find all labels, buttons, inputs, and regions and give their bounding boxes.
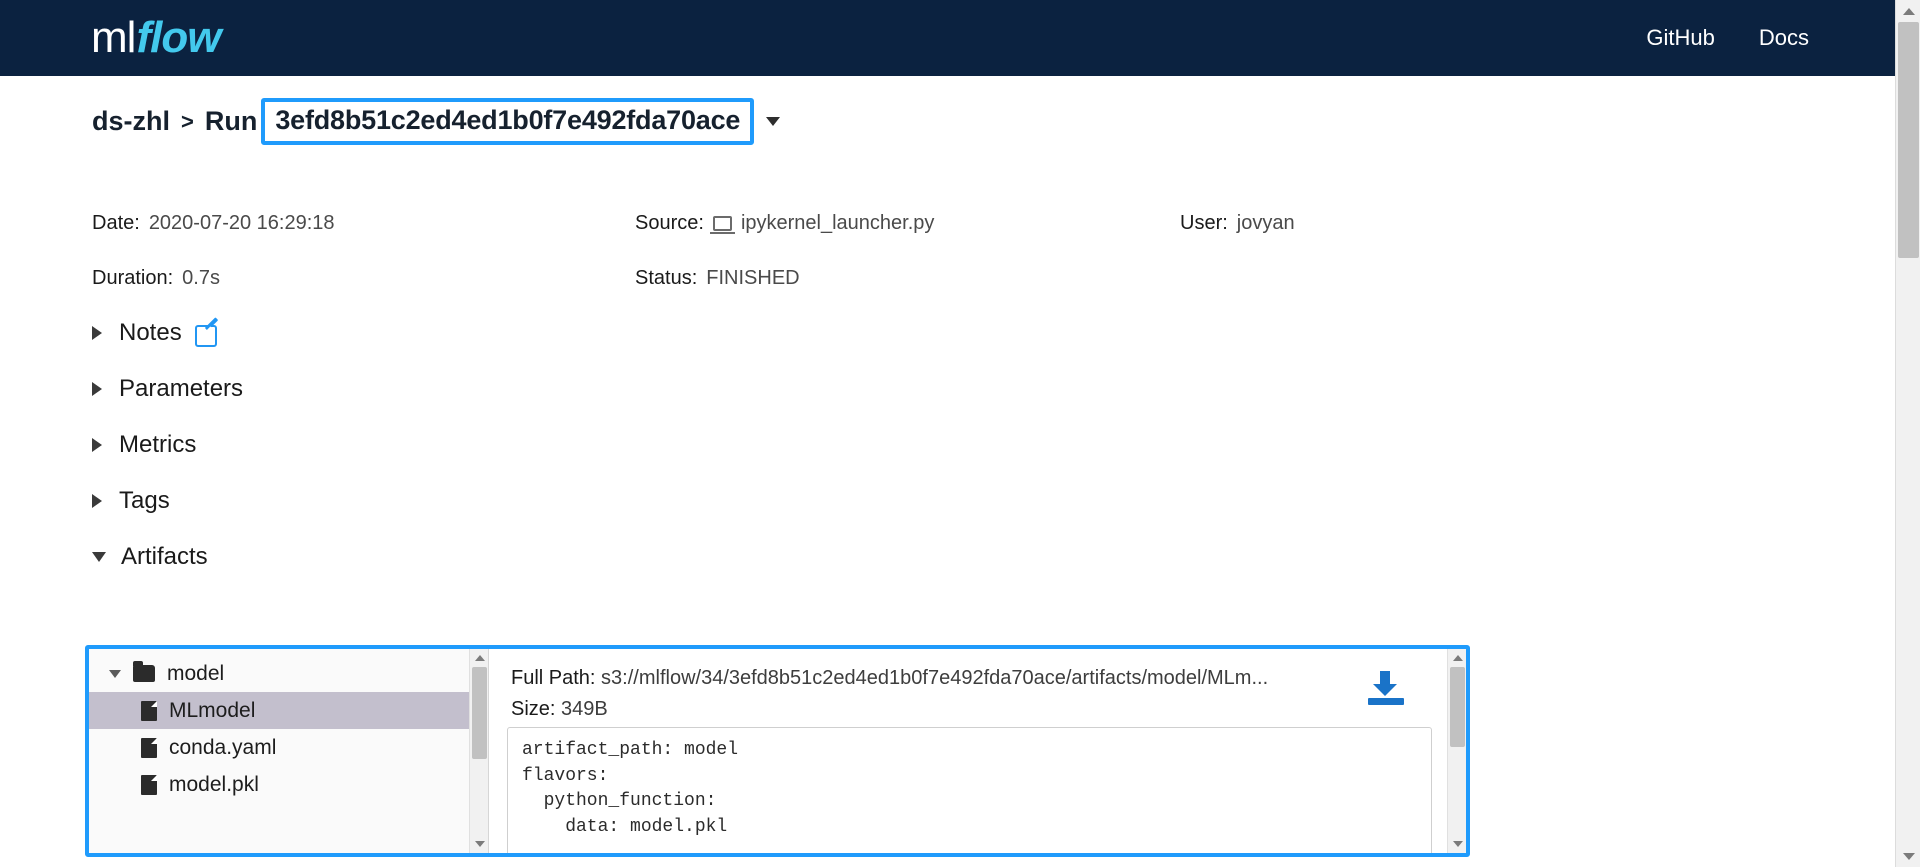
folder-icon	[133, 661, 155, 682]
tree-item-mlmodel[interactable]: MLmodel	[89, 692, 488, 729]
section-artifacts[interactable]: Artifacts	[92, 529, 243, 585]
monitor-icon	[709, 216, 735, 234]
artifact-tree-pane: model MLmodel conda.yaml model.pkl	[89, 649, 489, 853]
artifact-tree: model MLmodel conda.yaml model.pkl	[89, 649, 488, 803]
artifact-full-path: Full Path: s3://mlflow/34/3efd8b51c2ed4e…	[511, 663, 1466, 694]
chevron-right-icon	[92, 438, 102, 452]
section-tags-label: Tags	[119, 487, 170, 514]
artifact-preview-content: artifact_path: model flavors: python_fun…	[507, 727, 1432, 853]
date-value: 2020-07-20 16:29:18	[148, 212, 335, 234]
metadata-status: Status: FINISHED	[635, 267, 1180, 290]
size-value: 349B	[561, 698, 608, 720]
metadata-date: Date: 2020-07-20 16:29:18	[92, 212, 635, 235]
file-icon	[141, 700, 157, 721]
edit-pencil-icon[interactable]	[194, 325, 217, 347]
chevron-down-icon	[92, 552, 106, 562]
logo-text-flow: flow	[136, 13, 221, 62]
artifact-size: Size: 349B	[511, 694, 1466, 725]
file-icon	[141, 774, 157, 795]
metadata-row-1: Date: 2020-07-20 16:29:18 Source: ipyker…	[92, 196, 1492, 251]
scroll-down-arrow-icon[interactable]	[1896, 845, 1920, 867]
breadcrumb-experiment-link[interactable]: ds-zhl	[92, 106, 170, 137]
tree-item-label: MLmodel	[169, 698, 256, 722]
scrollbar-thumb[interactable]	[472, 667, 487, 759]
scroll-up-arrow-icon[interactable]	[1896, 0, 1920, 22]
full-path-label: Full Path:	[511, 667, 596, 689]
duration-value: 0.7s	[182, 267, 220, 289]
status-value: FINISHED	[706, 267, 800, 289]
chevron-right-icon	[92, 382, 102, 396]
run-id-value[interactable]: 3efd8b51c2ed4ed1b0f7e492fda70ace	[261, 98, 755, 145]
section-metrics-label: Metrics	[119, 431, 197, 458]
tree-item-label: conda.yaml	[169, 735, 277, 759]
file-icon	[141, 737, 157, 758]
artifact-detail-header: Full Path: s3://mlflow/34/3efd8b51c2ed4e…	[489, 649, 1466, 725]
tree-item-folder-model[interactable]: model	[89, 655, 488, 692]
artifact-detail-scrollbar[interactable]	[1447, 649, 1466, 853]
metadata-source: Source: ipykernel_launcher.py	[635, 212, 1180, 235]
artifact-tree-scrollbar[interactable]	[469, 649, 488, 853]
tree-item-conda-yaml[interactable]: conda.yaml	[89, 729, 488, 766]
status-label: Status:	[635, 267, 698, 289]
breadcrumb-run-label: Run	[204, 106, 258, 136]
date-label: Date:	[92, 212, 140, 234]
section-notes[interactable]: Notes	[92, 305, 243, 361]
section-parameters[interactable]: Parameters	[92, 361, 243, 417]
chevron-down-icon[interactable]	[109, 669, 121, 678]
user-label: User:	[1180, 212, 1228, 234]
section-metrics[interactable]: Metrics	[92, 417, 243, 473]
nav-link-github[interactable]: GitHub	[1646, 25, 1714, 51]
nav-links: GitHub Docs	[1646, 25, 1809, 51]
scrollbar-thumb[interactable]	[1450, 667, 1465, 747]
artifact-detail-pane: Full Path: s3://mlflow/34/3efd8b51c2ed4e…	[489, 649, 1466, 853]
breadcrumb-separator: >	[181, 108, 194, 134]
scrollbar-thumb[interactable]	[1898, 22, 1919, 258]
mlflow-logo[interactable]: ml flow	[91, 13, 221, 62]
chevron-right-icon	[92, 326, 102, 340]
logo-text-ml: ml	[91, 13, 136, 62]
source-value[interactable]: ipykernel_launcher.py	[741, 212, 934, 235]
scroll-up-arrow-icon[interactable]	[470, 649, 488, 667]
chevron-down-icon[interactable]	[766, 117, 781, 126]
section-artifacts-label: Artifacts	[121, 543, 208, 570]
scroll-down-arrow-icon[interactable]	[1448, 835, 1466, 853]
tree-item-model-pkl[interactable]: model.pkl	[89, 766, 488, 803]
tree-item-label: model.pkl	[169, 772, 259, 796]
size-label: Size:	[511, 698, 556, 720]
metadata-user: User: jovyan	[1180, 212, 1480, 235]
top-navbar: ml flow GitHub Docs	[0, 0, 1895, 76]
scroll-up-arrow-icon[interactable]	[1448, 649, 1466, 667]
nav-link-docs[interactable]: Docs	[1759, 25, 1809, 51]
duration-label: Duration:	[92, 267, 174, 289]
source-label: Source:	[635, 212, 704, 234]
section-tags[interactable]: Tags	[92, 473, 243, 529]
chevron-right-icon	[92, 494, 102, 508]
user-value: jovyan	[1236, 212, 1295, 234]
browser-scrollbar[interactable]	[1895, 0, 1920, 867]
mlflow-run-page: ml flow GitHub Docs ds-zhl > Run 3efd8b5…	[0, 0, 1920, 867]
section-notes-label: Notes	[119, 319, 182, 346]
download-icon[interactable]	[1368, 671, 1404, 705]
collapsible-sections: Notes Parameters Metrics Tags Artifacts	[92, 305, 243, 585]
run-metadata: Date: 2020-07-20 16:29:18 Source: ipyker…	[92, 196, 1492, 306]
breadcrumb: ds-zhl > Run 3efd8b51c2ed4ed1b0f7e492fda…	[92, 98, 781, 145]
tree-item-label: model	[167, 661, 225, 685]
artifacts-panel: model MLmodel conda.yaml model.pkl Full …	[85, 645, 1470, 857]
section-parameters-label: Parameters	[119, 375, 244, 402]
metadata-row-2: Duration: 0.7s Status: FINISHED	[92, 251, 1492, 306]
full-path-value: s3://mlflow/34/3efd8b51c2ed4ed1b0f7e492f…	[601, 667, 1269, 689]
scroll-down-arrow-icon[interactable]	[470, 835, 488, 853]
metadata-duration: Duration: 0.7s	[92, 267, 635, 290]
